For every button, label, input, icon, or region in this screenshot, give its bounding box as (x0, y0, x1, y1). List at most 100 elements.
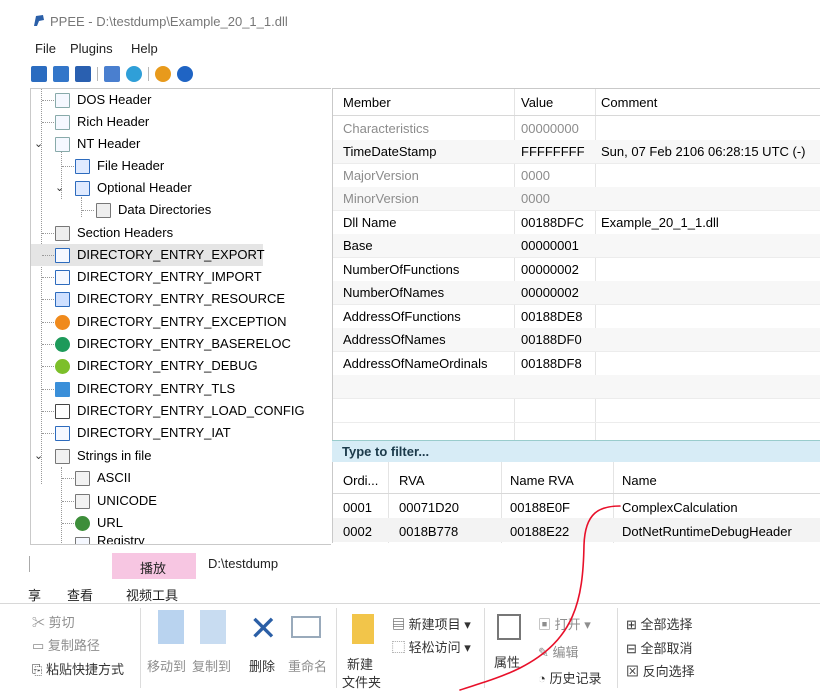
copy-path-button[interactable]: ▭ 复制路径 (32, 635, 100, 654)
member-value: 00000000 (521, 121, 579, 136)
table-row[interactable]: Base 00000001 (333, 234, 820, 258)
tree-item-directory-entry-import[interactable]: DIRECTORY_ENTRY_IMPORT (31, 266, 331, 288)
column-header-rva[interactable]: RVA (399, 473, 425, 488)
new-folder-button[interactable]: 新建 (347, 654, 373, 673)
tree-item-directory-entry-basereloc[interactable]: DIRECTORY_ENTRY_BASERELOC (31, 333, 331, 355)
delete-button[interactable]: 删除 (249, 656, 275, 675)
tree-item-optional-header[interactable]: ⌄ Optional Header (31, 177, 331, 199)
tree-item-directory-entry-debug[interactable]: DIRECTORY_ENTRY_DEBUG (31, 355, 331, 377)
tab-view[interactable]: 查看 (67, 585, 93, 604)
tree-item-label: UNICODE (97, 493, 157, 508)
import-icon (55, 270, 70, 285)
export-table[interactable]: Ordi... RVA Name RVA Name 0001 00071D20 … (332, 462, 820, 543)
table-row[interactable]: NumberOfNames 00000002 (333, 281, 820, 305)
tree-item-label: DIRECTORY_ENTRY_EXPORT (77, 247, 265, 262)
move-to-button[interactable]: 移动到 (147, 656, 186, 675)
exception-icon (55, 315, 70, 330)
chevron-down-icon[interactable]: ⌄ (55, 177, 64, 199)
table-row[interactable]: MinorVersion 0000 (333, 187, 820, 211)
filter-input[interactable]: Type to filter... (332, 440, 820, 462)
tree-item-strings-in-file[interactable]: ⌄ Strings in file (31, 445, 331, 467)
menu-help[interactable]: Help (131, 41, 158, 56)
column-header-name-rva[interactable]: Name RVA (510, 473, 574, 488)
globe-icon (75, 516, 90, 531)
properties-button[interactable]: 属性 (494, 652, 520, 671)
cut-button[interactable]: ✂ 剪切 (32, 612, 75, 631)
chevron-down-icon[interactable]: ⌄ (34, 445, 43, 467)
new-item-label: 新建项目 (408, 617, 461, 632)
open-folder-icon[interactable] (31, 66, 47, 82)
tree-item-label: ASCII (97, 470, 131, 485)
strings-icon (75, 471, 90, 486)
tab-video-tools[interactable]: 视频工具 (126, 585, 178, 604)
refresh-icon[interactable] (126, 66, 142, 82)
context-tab-play[interactable]: 播放 (112, 553, 196, 579)
invert-selection-button[interactable]: ⊠ 反向选择 (626, 661, 695, 680)
table-row[interactable]: AddressOfFunctions 00188DE8 (333, 305, 820, 329)
table-row[interactable]: Dll Name 00188DFC Example_20_1_1.dll (333, 211, 820, 235)
table-row[interactable]: Characteristics 00000000 (333, 117, 820, 141)
table-row[interactable]: MajorVersion 0000 (333, 164, 820, 188)
column-header-ordinal[interactable]: Ordi... (343, 473, 378, 488)
easy-access-button[interactable]: ⬚ 轻松访问 ▾ (392, 637, 471, 656)
tree-item-file-header[interactable]: File Header (31, 155, 331, 177)
tree-item-nt-header[interactable]: ⌄ NT Header (31, 133, 331, 155)
copy-to-button[interactable]: 复制到 (192, 656, 231, 675)
paste-shortcut-button[interactable]: ⎘ 粘贴快捷方式 (32, 659, 124, 678)
easy-access-label: 轻松访问 (408, 640, 461, 655)
member-value: 00000002 (521, 285, 579, 300)
pe-structure-tree[interactable]: DOS Header Rich Header ⌄ NT Header File … (30, 88, 331, 545)
column-header-name[interactable]: Name (622, 473, 657, 488)
table-row[interactable]: 0001 00071D20 00188E0F ComplexCalculatio… (333, 494, 820, 518)
table-row[interactable]: NumberOfFunctions 00000002 (333, 258, 820, 282)
member-table-header: Member Value Comment (333, 89, 820, 116)
tree-item-label: DIRECTORY_ENTRY_DEBUG (77, 358, 258, 373)
new-item-button[interactable]: ▤ 新建项目 ▾ (392, 614, 471, 633)
table-row[interactable]: AddressOfNames 00188DF0 (333, 328, 820, 352)
edit-button[interactable]: ✎ 编辑 (538, 642, 579, 661)
tree-item-unicode[interactable]: UNICODE (31, 490, 331, 512)
menu-plugins[interactable]: Plugins (70, 41, 113, 56)
tree-item-url[interactable]: URL (31, 512, 331, 534)
select-all-button[interactable]: ⊞ 全部选择 (626, 614, 693, 633)
tree-item-directory-entry-load-config[interactable]: DIRECTORY_ENTRY_LOAD_CONFIG (31, 400, 331, 422)
save-icon[interactable] (53, 66, 69, 82)
export-rva: 00071D20 (399, 500, 459, 515)
grid-icon (55, 226, 70, 241)
member-value: FFFFFFFF (521, 144, 585, 159)
hex-icon[interactable] (104, 66, 120, 82)
open-button[interactable]: ▣ 打开 ▾ (538, 614, 591, 633)
table-row[interactable]: 0002 0018B778 00188E22 DotNetRuntimeDebu… (333, 518, 820, 542)
menu-file[interactable]: File (35, 41, 56, 56)
tree-item-registry[interactable]: Registry (31, 535, 331, 544)
tree-item-data-directories[interactable]: Data Directories (31, 199, 331, 221)
select-none-button[interactable]: ⊟ 全部取消 (626, 638, 693, 657)
tree-item-directory-entry-exception[interactable]: DIRECTORY_ENTRY_EXCEPTION (31, 311, 331, 333)
tree-item-directory-entry-tls[interactable]: DIRECTORY_ENTRY_TLS (31, 378, 331, 400)
member-table[interactable]: Member Value Comment Characteristics 000… (332, 88, 820, 442)
column-header-value[interactable]: Value (521, 95, 553, 110)
tab-share[interactable]: 享 (28, 585, 41, 604)
column-header-member[interactable]: Member (343, 95, 391, 110)
history-button[interactable]: ◔ 历史记录 (538, 668, 601, 687)
column-header-comment[interactable]: Comment (601, 95, 657, 110)
history-label: 历史记录 (549, 671, 602, 686)
tree-item-directory-entry-export[interactable]: DIRECTORY_ENTRY_EXPORT (31, 244, 265, 266)
tree-item-rich-header[interactable]: Rich Header (31, 111, 331, 133)
table-row[interactable]: TimeDateStamp FFFFFFFF Sun, 07 Feb 2106 … (333, 140, 820, 164)
tree-item-dos-header[interactable]: DOS Header (31, 89, 331, 111)
tree-item-label: DIRECTORY_ENTRY_RESOURCE (77, 291, 286, 306)
table-row[interactable]: AddressOfNameOrdinals 00188DF8 (333, 352, 820, 376)
tree-item-ascii[interactable]: ASCII (31, 467, 331, 489)
plugin-icon[interactable] (155, 66, 171, 82)
window-title: PPEE - D:\testdump\Example_20_1_1.dll (50, 14, 288, 29)
help-icon[interactable] (177, 66, 193, 82)
rename-button[interactable]: 重命名 (288, 656, 327, 675)
tree-item-directory-entry-resource[interactable]: DIRECTORY_ENTRY_RESOURCE (31, 288, 331, 310)
tree-item-section-headers[interactable]: Section Headers (31, 222, 331, 244)
tree-item-directory-entry-iat[interactable]: DIRECTORY_ENTRY_IAT (31, 422, 331, 444)
save-all-icon[interactable] (75, 66, 91, 82)
title-bar: PPEE - D:\testdump\Example_20_1_1.dll (0, 0, 820, 38)
toolbar (0, 61, 820, 87)
chevron-down-icon[interactable]: ⌄ (34, 133, 43, 155)
